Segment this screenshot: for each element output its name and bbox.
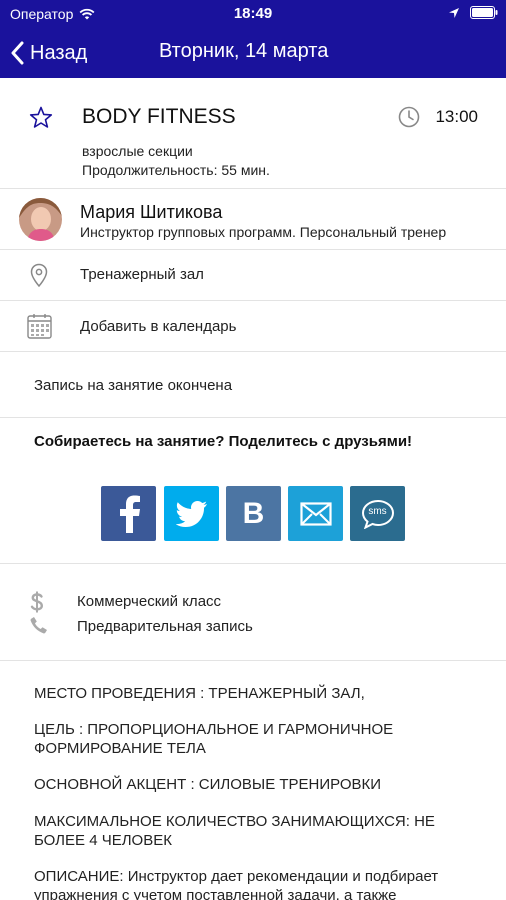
class-type: Коммерческий класс <box>77 593 222 610</box>
battery-icon <box>470 6 498 19</box>
event-details: взрослые секции Продолжительность: 55 ми… <box>82 142 270 180</box>
class-info-section: Коммерческий класс Предварительная запис… <box>0 564 506 661</box>
event-title: BODY FITNESS <box>82 105 236 128</box>
booking-type: Предварительная запись <box>77 618 253 635</box>
dollar-icon <box>30 591 44 613</box>
clock-icon <box>398 106 420 133</box>
twitter-share-button[interactable] <box>164 486 219 541</box>
description-venue: МЕСТО ПРОВЕДЕНИЯ : ТРЕНАЖЕРНЫЙ ЗАЛ, <box>34 685 365 702</box>
trainer-row[interactable]: Мария Шитикова Инструктор групповых прог… <box>0 189 506 250</box>
trainer-role: Инструктор групповых программ. Персональ… <box>80 224 447 240</box>
sms-label: sms <box>368 505 387 517</box>
location-label: Тренажерный зал <box>80 266 204 283</box>
twitter-bird-icon <box>175 500 207 527</box>
email-share-button[interactable] <box>288 486 343 541</box>
phone-icon <box>30 617 47 634</box>
facebook-share-button[interactable] <box>101 486 156 541</box>
share-title: Собираетесь на занятие? Поделитесь с дру… <box>34 433 413 450</box>
vkontakte-icon: B <box>242 496 265 530</box>
event-time: 13:00 <box>435 107 478 126</box>
page-title: Вторник, 14 марта <box>159 40 329 62</box>
vkontakte-share-button[interactable]: B <box>226 486 281 541</box>
avatar <box>19 198 62 241</box>
envelope-icon <box>299 501 332 526</box>
description-text: ОПИСАНИЕ: Инструктор дает рекомендации и… <box>34 868 439 900</box>
calendar-icon <box>27 314 52 339</box>
facebook-icon <box>119 495 140 533</box>
back-label: Назад <box>30 41 88 64</box>
map-pin-icon <box>30 263 48 288</box>
add-to-calendar-label: Добавить в календарь <box>80 318 237 335</box>
navigation-bar: Назад Вторник, 14 марта <box>0 28 506 78</box>
registration-status: Запись на занятие окончена <box>34 377 233 394</box>
location-row[interactable]: Тренажерный зал <box>0 250 506 301</box>
star-icon[interactable] <box>29 106 53 129</box>
event-category: взрослые секции <box>82 143 193 159</box>
location-arrow-icon <box>449 7 459 18</box>
sms-share-button[interactable]: sms <box>350 486 405 541</box>
chevron-left-icon <box>11 41 24 65</box>
trainer-name: Мария Шитикова <box>80 202 223 222</box>
description-focus: ОСНОВНОЙ АКЦЕНТ : СИЛОВЫЕ ТРЕНИРОВКИ <box>34 776 382 793</box>
event-header: BODY FITNESS 13:00 взрослые секции Продо… <box>0 78 506 189</box>
description-goal: ЦЕЛЬ : ПРОПОРЦИОНАЛЬНОЕ И ГАРМОНИЧНОЕ ФО… <box>34 721 394 757</box>
event-duration: Продолжительность: 55 мин. <box>82 162 270 178</box>
back-button[interactable]: Назад <box>10 36 87 70</box>
registration-status-row: Запись на занятие окончена <box>0 352 506 418</box>
add-to-calendar-row[interactable]: Добавить в календарь <box>0 301 506 352</box>
status-time: 18:49 <box>233 5 273 22</box>
speech-bubble-icon: sms <box>361 499 395 529</box>
description-capacity: МАКСИМАЛЬНОЕ КОЛИЧЕСТВО ЗАНИМАЮЩИХСЯ: НЕ… <box>34 813 435 849</box>
status-bar: Оператор 18:49 <box>0 0 506 28</box>
status-right <box>448 6 498 19</box>
